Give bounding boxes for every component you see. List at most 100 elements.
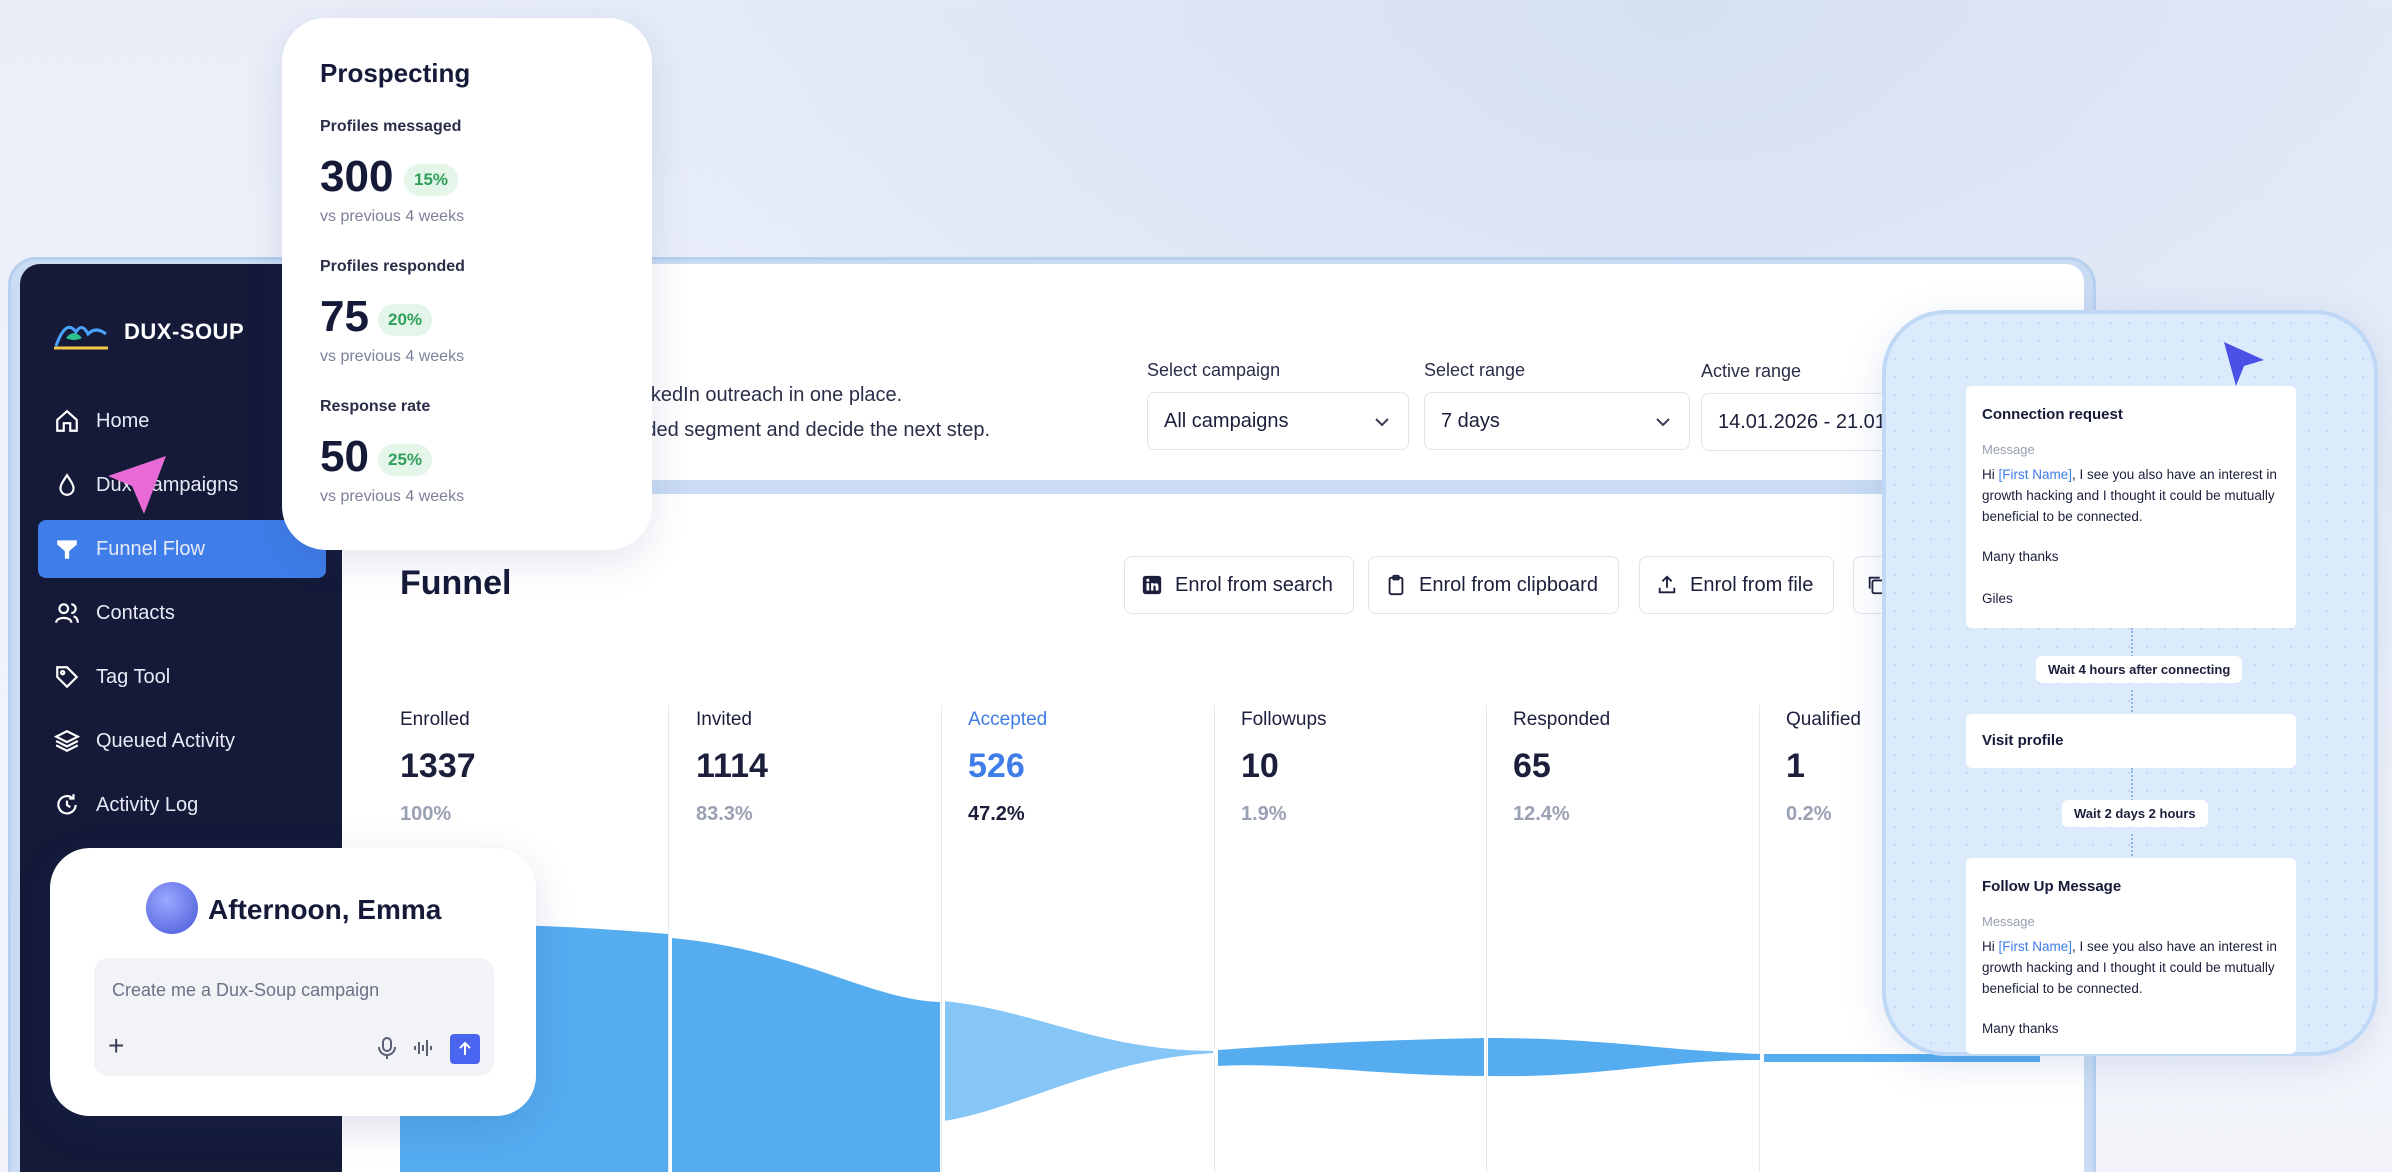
metric-comparison: vs previous 4 weeks <box>320 488 465 505</box>
active-range-field[interactable]: 14.01.2026 - 21.01 <box>1701 393 1901 451</box>
wait-step[interactable]: Wait 4 hours after connecting <box>2036 656 2243 683</box>
follow-up-message-card[interactable]: Follow Up Message Message Hi [First Name… <box>1966 858 2296 1054</box>
range-select-label: Select range <box>1424 360 1526 380</box>
stage-value: 1 <box>1786 747 1805 785</box>
stage-name: Invited <box>696 709 752 730</box>
sidebar-item-queued-activity[interactable]: Queued Activity <box>38 712 326 770</box>
arrow-up-icon <box>459 1041 471 1055</box>
stage-percent: 0.2% <box>1786 803 1832 825</box>
stage-percent: 1.9% <box>1241 803 1287 825</box>
stage-value: 526 <box>968 747 1025 785</box>
brand-name: DUX-SOUP <box>124 319 245 344</box>
microphone-icon[interactable] <box>376 1036 398 1060</box>
dux-soup-logo-icon <box>54 325 108 350</box>
campaign-select[interactable]: All campaigns <box>1147 392 1409 450</box>
sidebar-item-label: Tag Tool <box>96 665 171 688</box>
card-title: Visit profile <box>1982 732 2064 749</box>
chevron-down-icon <box>1656 418 1670 427</box>
sidebar-item-contacts[interactable]: Contacts <box>38 584 326 642</box>
tag-icon <box>56 666 79 689</box>
metric-badge: 15% <box>404 164 459 196</box>
stage-percent: 12.4% <box>1513 803 1570 825</box>
message-thanks: Many thanks <box>1982 549 2059 564</box>
greeting: Afternoon, Emma <box>208 894 442 925</box>
stage-value: 65 <box>1513 747 1551 785</box>
card-meta: Message <box>1982 442 2035 457</box>
layers-icon <box>54 730 80 752</box>
metric-label: Profiles messaged <box>320 118 462 135</box>
enrol-from-clipboard-button[interactable]: Enrol from clipboard <box>1368 556 1619 614</box>
pink-cursor-icon <box>108 456 166 514</box>
clipboard-icon <box>1388 574 1404 596</box>
first-name-token: [First Name] <box>1998 467 2073 482</box>
metric-comparison: vs previous 4 weeks <box>320 348 465 365</box>
metric-value: 300 <box>320 152 394 201</box>
button-label: Enrol from file <box>1690 573 1814 596</box>
campaign-select-value: All campaigns <box>1164 409 1289 432</box>
funnel-segment-invited <box>672 938 940 1172</box>
sequence-panel: Connection request Message Hi [First Nam… <box>1882 310 2378 1056</box>
active-range-value: 14.01.2026 - 21.01 <box>1718 410 1886 433</box>
metric-label: Response rate <box>320 398 431 415</box>
message-thanks: Many thanks <box>1982 1021 2059 1036</box>
metric-value: 50 <box>320 432 369 481</box>
prospecting-title: Prospecting <box>320 58 471 88</box>
message-body: Hi [First Name], I see you also have an … <box>1982 464 2287 527</box>
stage-value: 10 <box>1241 747 1279 785</box>
page-description-continued: ponded segment and decide the next step. <box>612 419 991 441</box>
assistant-chat-card: Afternoon, Emma Create me a Dux-Soup cam… <box>50 848 536 1116</box>
funnel-segment-followups <box>1218 1038 1484 1076</box>
range-select[interactable]: 7 days <box>1424 392 1690 450</box>
enrol-from-file-button[interactable]: Enrol from file <box>1639 556 1835 614</box>
users-icon <box>55 603 79 624</box>
linkedin-icon <box>1142 575 1162 595</box>
connection-request-card[interactable]: Connection request Message Hi [First Nam… <box>1966 386 2296 628</box>
page-description: r LinkedIn outreach in one place. <box>612 384 903 406</box>
active-range-label: Active range <box>1701 361 1802 381</box>
activity-log-icon <box>57 794 77 815</box>
campaign-select-label: Select campaign <box>1147 360 1281 380</box>
visit-profile-card[interactable]: Visit profile <box>1966 714 2296 768</box>
sidebar-item-label: Activity Log <box>96 793 199 816</box>
home-icon <box>56 409 78 432</box>
button-label: Enrol from search <box>1175 573 1333 596</box>
stage-percent: 47.2% <box>968 803 1025 825</box>
funnel-icon <box>57 540 77 559</box>
voice-wave-icon[interactable] <box>412 1038 434 1058</box>
sidebar-item-label: Queued Activity <box>96 729 235 752</box>
funnel-title: Funnel <box>400 564 512 602</box>
prospecting-card: Prospecting Profiles messaged 300 15% vs… <box>282 18 652 550</box>
stage-name: Enrolled <box>400 709 470 730</box>
message-text: Hi <box>1982 939 1999 954</box>
brand-logo[interactable]: DUX-SOUP <box>52 312 244 352</box>
funnel-flow-chart <box>400 923 2040 1172</box>
chat-placeholder: Create me a Dux-Soup campaign <box>112 980 380 1000</box>
add-icon[interactable]: + <box>108 1030 124 1062</box>
stage-name: Responded <box>1513 709 1611 730</box>
stage-percent: 83.3% <box>696 803 753 825</box>
sidebar-item-label: Funnel Flow <box>96 537 205 560</box>
upload-icon <box>1658 575 1676 594</box>
stage-name: Accepted <box>968 709 1048 730</box>
range-select-value: 7 days <box>1441 409 1500 432</box>
sidebar-item-label: Contacts <box>96 601 175 624</box>
card-title: Connection request <box>1982 406 2123 423</box>
sidebar-item-activity-log[interactable]: Activity Log <box>38 776 326 834</box>
first-name-token: [First Name] <box>1998 939 2073 954</box>
card-title: Follow Up Message <box>1982 878 2122 895</box>
sidebar-item-funnel-flow[interactable]: Funnel Flow <box>38 520 326 578</box>
metric-label: Profiles responded <box>320 258 465 275</box>
metric-comparison: vs previous 4 weeks <box>320 208 465 225</box>
stage-name: Followups <box>1241 709 1327 730</box>
wait-step[interactable]: Wait 2 days 2 hours <box>2062 800 2208 827</box>
funnel-segment-responded <box>1488 1038 1760 1077</box>
enrol-from-search-button[interactable]: Enrol from search <box>1124 556 1354 614</box>
button-label: Enrol from clipboard <box>1419 573 1598 596</box>
metric-value: 75 <box>320 292 369 341</box>
send-button[interactable] <box>450 1034 480 1064</box>
card-meta: Message <box>1982 914 2035 929</box>
stage-name: Qualified <box>1786 709 1861 730</box>
chat-input[interactable]: Create me a Dux-Soup campaign + <box>94 958 494 1076</box>
avatar <box>146 882 198 934</box>
sidebar-item-tag-tool[interactable]: Tag Tool <box>38 648 326 706</box>
